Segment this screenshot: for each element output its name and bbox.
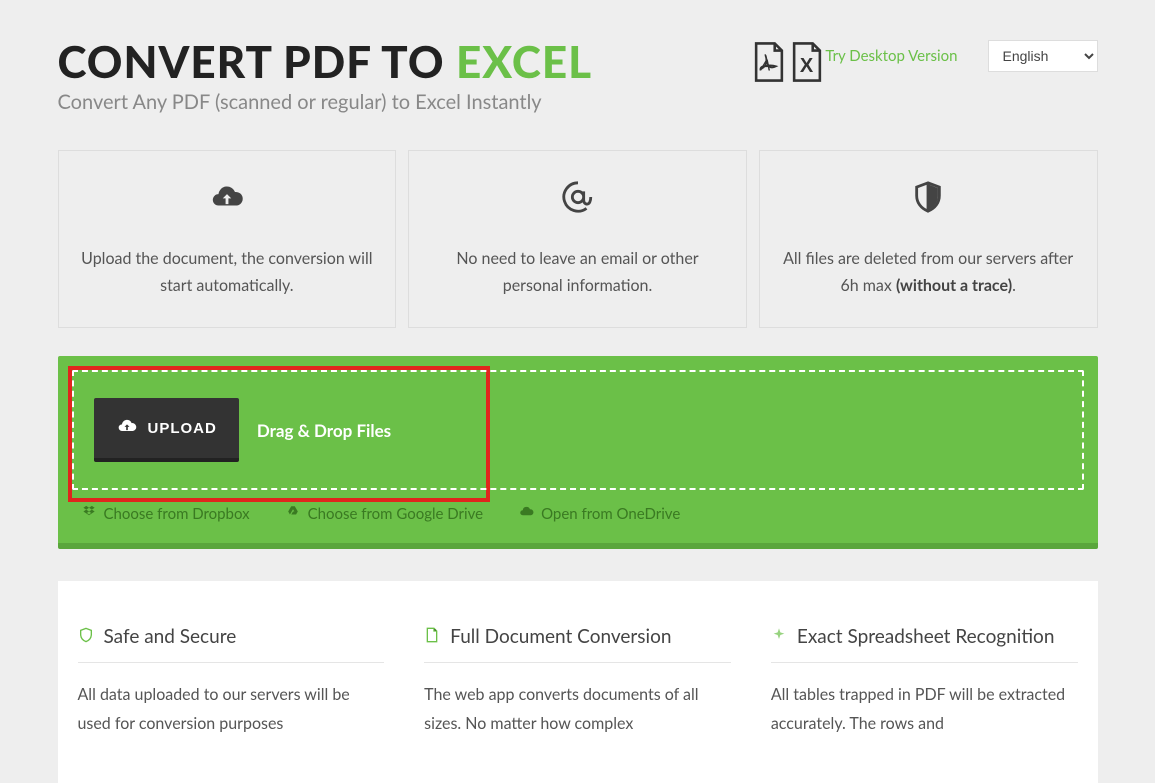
feature-full-conversion: Full Document Conversion The web app con… (424, 625, 731, 739)
feature-body: All tables trapped in PDF will be extrac… (771, 681, 1078, 739)
info-card-text: All files are deleted from our servers a… (780, 245, 1077, 299)
drop-area[interactable]: UPLOAD Drag & Drop Files (72, 370, 1084, 490)
feature-title: Full Document Conversion (450, 625, 671, 648)
at-icon (429, 175, 726, 219)
excel-icon: X (789, 42, 825, 86)
onedrive-link[interactable]: Open from OneDrive (519, 504, 680, 523)
info-card-secure: All files are deleted from our servers a… (759, 150, 1098, 328)
pdf-icon: A (751, 42, 787, 86)
feature-body: All data uploaded to our servers will be… (78, 681, 385, 739)
upload-panel: UPLOAD Drag & Drop Files Choose from Dro… (58, 356, 1098, 549)
upload-button-label: UPLOAD (148, 420, 217, 437)
info-card-upload: Upload the document, the conversion will… (58, 150, 397, 328)
cloud-link-label: Choose from Dropbox (104, 505, 250, 523)
google-drive-icon (286, 504, 301, 523)
shield-icon (78, 625, 94, 648)
info-card-text: No need to leave an email or other perso… (429, 245, 726, 299)
document-icon (424, 625, 440, 648)
sparkle-icon (771, 625, 787, 648)
onedrive-icon (519, 504, 534, 523)
cloud-link-label: Choose from Google Drive (308, 505, 483, 523)
google-drive-link[interactable]: Choose from Google Drive (286, 504, 483, 523)
drag-drop-text: Drag & Drop Files (257, 420, 391, 441)
features-section: Safe and Secure All data uploaded to our… (58, 581, 1098, 783)
header-row: CONVERT PDF TO EXCEL Convert Any PDF (sc… (58, 40, 1098, 114)
info-card-text: Upload the document, the conversion will… (79, 245, 376, 299)
page-title: CONVERT PDF TO EXCEL (58, 40, 722, 84)
dropbox-icon (82, 504, 97, 523)
dropbox-link[interactable]: Choose from Dropbox (82, 504, 250, 523)
feature-safe: Safe and Secure All data uploaded to our… (78, 625, 385, 739)
info-cards: Upload the document, the conversion will… (58, 150, 1098, 328)
try-desktop-link[interactable]: Try Desktop Version (825, 47, 957, 65)
feature-title: Exact Spreadsheet Recognition (797, 625, 1055, 648)
info-card-email: No need to leave an email or other perso… (408, 150, 747, 328)
upload-button[interactable]: UPLOAD (94, 398, 239, 462)
shield-icon (780, 175, 1077, 219)
feature-body: The web app converts documents of all si… (424, 681, 731, 739)
cloud-upload-icon (79, 175, 376, 219)
page-subtitle: Convert Any PDF (scanned or regular) to … (58, 90, 722, 114)
cloud-upload-icon (116, 416, 138, 440)
svg-text:X: X (800, 55, 814, 77)
cloud-link-label: Open from OneDrive (541, 505, 680, 523)
filetype-icons: A X (751, 42, 825, 86)
feature-recognition: Exact Spreadsheet Recognition All tables… (771, 625, 1078, 739)
language-select[interactable]: English (988, 40, 1098, 72)
feature-title: Safe and Secure (104, 625, 237, 648)
cloud-source-links: Choose from Dropbox Choose from Google D… (72, 490, 1084, 529)
